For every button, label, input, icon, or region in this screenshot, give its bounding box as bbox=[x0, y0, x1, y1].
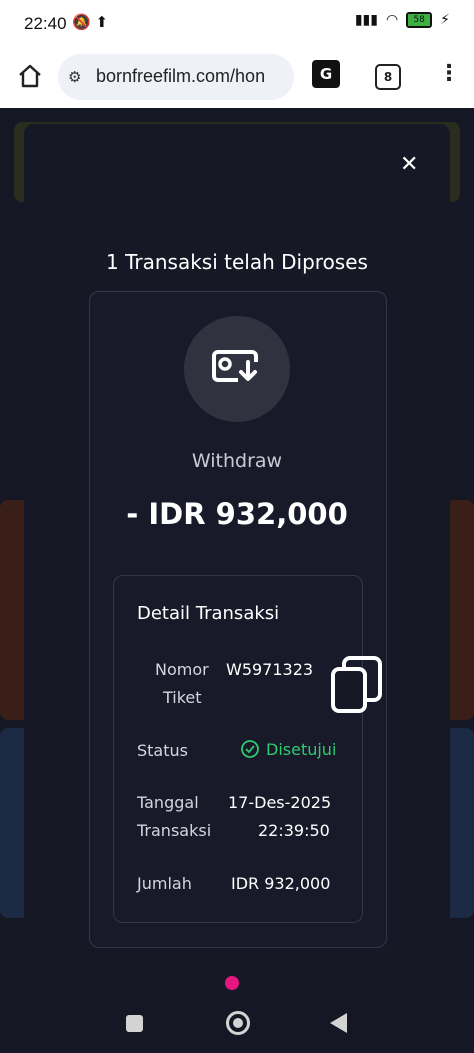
transaction-type: Withdraw bbox=[191, 450, 283, 472]
time-value: 22:39:50 bbox=[258, 821, 330, 840]
charging-icon: ⚡ bbox=[440, 12, 450, 28]
back-icon[interactable] bbox=[330, 1013, 347, 1033]
wifi-icon: ◠ bbox=[385, 12, 399, 28]
amount-label: Jumlah bbox=[137, 874, 192, 893]
modal-heading: 1 Transaksi telah Diproses bbox=[106, 250, 368, 274]
date-label: Tanggal bbox=[137, 793, 199, 812]
clock: 22:40 bbox=[24, 14, 67, 33]
amount-value: IDR 932,000 bbox=[231, 874, 331, 893]
site-settings-icon[interactable]: ⚙ bbox=[68, 68, 81, 86]
detail-title: Detail Transaksi bbox=[137, 603, 280, 624]
withdraw-icon bbox=[212, 350, 260, 388]
home-icon[interactable] bbox=[16, 62, 44, 90]
browser-toolbar: ⚙ bornfreefilm.com/hon G 8 ⋮ bbox=[0, 48, 474, 109]
page-indicator-dot bbox=[225, 976, 239, 990]
status-badge: Disetujui bbox=[240, 739, 336, 759]
check-circle-icon bbox=[241, 740, 259, 758]
close-icon[interactable]: ✕ bbox=[400, 152, 418, 177]
ticket-label: Nomor bbox=[155, 660, 209, 679]
url-text[interactable]: bornfreefilm.com/hon bbox=[96, 66, 288, 87]
home-nav-icon[interactable] bbox=[226, 1011, 250, 1035]
browser-menu-icon[interactable]: ⋮ bbox=[438, 60, 460, 88]
battery-icon: 58 bbox=[406, 12, 433, 28]
date-label-2: Transaksi bbox=[137, 821, 212, 840]
address-bar[interactable]: ⚙ bornfreefilm.com/hon bbox=[58, 54, 294, 100]
system-icons: ▮▮▮ ◠ 58 ⚡ bbox=[355, 12, 450, 28]
copy-icon[interactable] bbox=[330, 656, 384, 714]
status-value: Disetujui bbox=[266, 739, 337, 759]
status-label: Status bbox=[137, 741, 188, 760]
translate-icon[interactable]: G bbox=[312, 60, 340, 88]
recent-apps-icon[interactable] bbox=[126, 1015, 143, 1032]
notification-icons: 🔕 ⬆ bbox=[72, 13, 109, 31]
date-value: 17-Des-2025 bbox=[228, 793, 332, 812]
transaction-amount: - IDR 932,000 bbox=[126, 497, 348, 531]
signal-icon: ▮▮▮ bbox=[354, 12, 378, 28]
ticket-label-2: Tiket bbox=[163, 688, 202, 707]
tab-switcher-button[interactable]: 8 bbox=[375, 64, 401, 90]
status-bar: 22:40 🔕 ⬆ ▮▮▮ ◠ 58 ⚡ bbox=[0, 0, 474, 48]
withdraw-icon-circle bbox=[184, 316, 290, 422]
ticket-value: W5971323 bbox=[226, 660, 314, 679]
